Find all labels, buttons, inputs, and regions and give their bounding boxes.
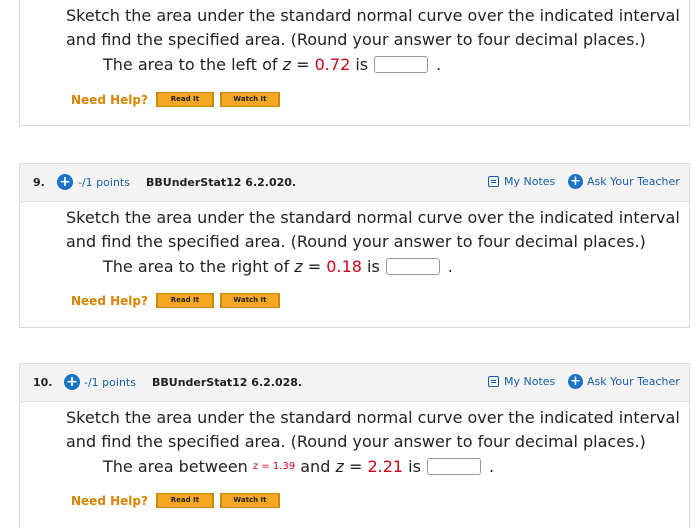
need-help-label: Need Help? [71,293,148,308]
question-10-card: 10. + -/1 points BBUnderStat12 6.2.028. … [19,363,690,528]
question-8-card: Sketch the area under the standard norma… [19,0,690,126]
period: . [447,257,453,276]
ask-teacher-button[interactable]: + Ask Your Teacher [568,174,680,189]
watch-it-button[interactable]: Watch It [219,293,280,308]
need-help-label: Need Help? [71,92,148,107]
prompt-prefix: The area between [103,457,248,476]
notes-icon [488,176,499,187]
question-9-text: Sketch the area under the standard norma… [66,208,680,251]
question-code: BBUnderStat12 6.2.020. [146,176,297,189]
my-notes-button[interactable]: My Notes [488,175,555,188]
question-10-text: Sketch the area under the standard norma… [66,408,680,451]
points-link[interactable]: -/1 points [78,176,130,189]
watch-it-button[interactable]: Watch It [219,92,280,107]
notes-icon [488,376,499,387]
prompt-prefix: The area to the left of [103,55,278,74]
answer-input[interactable] [426,458,481,475]
my-notes-label: My Notes [504,375,556,388]
is-word: is [355,55,369,74]
ask-teacher-label: Ask Your Teacher [587,175,680,188]
prompt-prefix: The area to the right of [103,257,290,276]
question-8-prompt: The area to the left of z = 0.72 is . [103,55,441,74]
question-9-header: 9. + -/1 points BBUnderStat12 6.2.020. M… [20,164,689,202]
equals-sign: = [307,257,322,276]
z-variable: z [294,257,303,276]
ask-teacher-label: Ask Your Teacher [587,375,680,388]
lower-bound-expression: z = 1.39 [252,461,296,472]
and-word: and [300,457,331,476]
question-9-card: 9. + -/1 points BBUnderStat12 6.2.020. M… [19,163,690,328]
plus-circle-icon: + [568,174,583,189]
points-link[interactable]: -/1 points [84,376,136,389]
is-word: is [367,257,380,276]
expand-plus-icon[interactable]: + [64,374,80,390]
period: . [488,457,495,476]
watch-it-button[interactable]: Watch It [219,493,280,508]
my-notes-button[interactable]: My Notes [488,375,555,388]
z-variable: z [335,457,344,476]
ask-teacher-button[interactable]: + Ask Your Teacher [568,374,680,389]
answer-input[interactable] [374,56,429,73]
need-help-label: Need Help? [71,493,148,508]
equals-sign: = [348,457,363,476]
question-9-prompt: The area to the right of z = 0.18 is . [103,257,453,276]
question-number: 10. [33,376,53,389]
answer-input[interactable] [385,258,440,275]
question-10-header: 10. + -/1 points BBUnderStat12 6.2.028. … [20,364,689,402]
read-it-button[interactable]: Read It [155,493,214,508]
need-help-bar: Need Help? Read It Watch It [71,293,280,308]
need-help-bar: Need Help? Read It Watch It [71,493,280,508]
is-word: is [408,457,421,476]
my-notes-label: My Notes [504,175,556,188]
expand-plus-icon[interactable]: + [57,174,73,190]
read-it-button[interactable]: Read It [155,92,214,107]
question-10-prompt: The area between z = 1.39 and z = 2.21 i… [103,457,494,476]
question-code: BBUnderStat12 6.2.028. [152,376,303,389]
question-8-text: Sketch the area under the standard norma… [66,6,680,49]
question-number: 9. [33,176,45,189]
need-help-bar: Need Help? Read It Watch It [71,92,280,107]
plus-circle-icon: + [568,374,583,389]
equals-sign: = [296,55,310,74]
z-value: 2.21 [367,457,404,476]
z-value: 0.18 [326,257,362,276]
z-value: 0.72 [314,55,351,74]
period: . [436,55,442,74]
z-variable: z [282,55,292,74]
read-it-button[interactable]: Read It [155,293,214,308]
